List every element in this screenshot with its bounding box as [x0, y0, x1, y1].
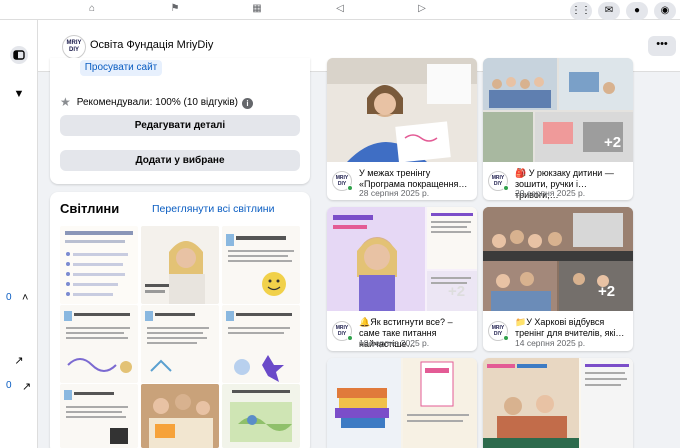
photo-thumbnail[interactable]: [141, 384, 219, 448]
flag-icon[interactable]: ⚑: [168, 4, 182, 14]
add-to-favorites-button[interactable]: Додати у вибране: [60, 150, 300, 171]
post-avatar[interactable]: MRIY DIY: [488, 171, 509, 191]
more-photos-count[interactable]: +2: [598, 283, 615, 300]
post-avatar[interactable]: MRIY DIY: [332, 171, 353, 191]
promote-website-button[interactable]: Просувати сайт: [80, 60, 162, 76]
post-card[interactable]: +2 MRIY DIY 🎒 У рюкзаку дитини — зошити, …: [483, 58, 633, 200]
top-navigation: ⌂ ⚑ ▦ ◁ ▷ ⋮⋮ ✉ ● ◉: [0, 0, 680, 20]
post-card[interactable]: +2 MRIY DIY 🔔Як встигнути все? – саме так…: [327, 207, 477, 351]
edit-details-button[interactable]: Редагувати деталі: [60, 115, 300, 136]
recommendation-text: Рекомендували: 100% (10 відгуків): [76, 97, 238, 108]
post-text[interactable]: 📁У Харкові відбувся тренінг для вчителів…: [515, 317, 629, 339]
page-title: Освіта Фундація MriyDiy: [90, 39, 214, 51]
post-avatar[interactable]: MRIY DIY: [332, 321, 353, 341]
post-image: [327, 358, 477, 448]
more-options-button[interactable]: •••: [648, 36, 676, 56]
post-avatar[interactable]: MRIY DIY: [488, 321, 509, 341]
account-icon[interactable]: ◉: [654, 2, 676, 20]
more-photos-count[interactable]: +2: [604, 134, 621, 151]
post-image: [327, 58, 477, 162]
left-sidebar-strip: ▼ 0 ˄ ↗ 0 ↗: [0, 20, 38, 448]
sidebar-toggle-icon[interactable]: [0, 46, 38, 67]
post-card[interactable]: [327, 358, 477, 448]
post-text[interactable]: У межах тренінгу «Програма покращення…: [359, 168, 473, 190]
recommendation-line: ★ Рекомендували: 100% (10 відгуків) i: [60, 95, 253, 109]
arrow-out-icon-2[interactable]: ↗: [0, 380, 38, 393]
post-image: [483, 358, 633, 448]
home-icon[interactable]: ⌂: [85, 4, 99, 14]
messenger-icon[interactable]: ✉: [598, 2, 620, 20]
photo-thumbnail[interactable]: [222, 226, 300, 304]
post-date[interactable]: 18 серпня 2025 р.: [359, 338, 429, 348]
arrow-out-icon[interactable]: ↗: [0, 354, 38, 367]
post-date[interactable]: 28 серпня 2025 р.: [359, 188, 429, 198]
post-card[interactable]: [483, 358, 633, 448]
post-card[interactable]: MRIY DIY У межах тренінгу «Програма покра…: [327, 58, 477, 200]
post-card[interactable]: +2 MRIY DIY 📁У Харкові відбувся тренінг д…: [483, 207, 633, 351]
notifications-icon[interactable]: ●: [626, 2, 648, 20]
page-logo[interactable]: MRIY DIY: [62, 35, 86, 59]
photo-thumbnail[interactable]: [60, 305, 138, 383]
chevron-up-icon[interactable]: ˄: [0, 292, 38, 304]
photo-thumbnail[interactable]: [141, 226, 219, 304]
browser-frame: ⌂ ⚑ ▦ ◁ ▷ ⋮⋮ ✉ ● ◉ ▼ 0 ˄ ↗ 0 ↗ MRIY DIY О…: [0, 0, 680, 448]
photos-title: Світлини: [60, 201, 120, 216]
video-icon[interactable]: ▷: [415, 4, 429, 14]
marketplace-icon[interactable]: ▦: [250, 4, 264, 14]
photo-thumbnail[interactable]: [222, 305, 300, 383]
menu-grid-icon[interactable]: ⋮⋮: [570, 2, 592, 20]
photo-thumbnail[interactable]: [141, 305, 219, 383]
see-all-photos-link[interactable]: Переглянути всі світлини: [152, 203, 274, 215]
post-date[interactable]: 20 серпня 2025 р.: [515, 188, 585, 198]
more-photos-count[interactable]: +2: [448, 283, 465, 300]
info-icon[interactable]: i: [241, 98, 253, 109]
megaphone-icon[interactable]: ◁: [333, 4, 347, 14]
photo-thumbnail[interactable]: [222, 384, 300, 448]
photo-thumbnail[interactable]: [60, 226, 138, 304]
star-icon: ★: [60, 95, 71, 109]
post-date[interactable]: 14 серпня 2025 р.: [515, 338, 585, 348]
photo-thumbnail[interactable]: [60, 384, 138, 448]
caret-down-icon[interactable]: ▼: [0, 88, 38, 100]
